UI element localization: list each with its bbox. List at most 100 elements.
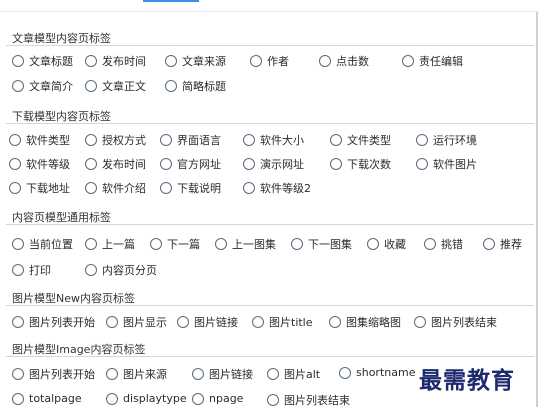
radio-icon	[177, 316, 189, 328]
radio-icon	[106, 392, 118, 405]
option-image-list-start-2[interactable]: 图片列表开始	[12, 366, 95, 382]
group-divider	[6, 356, 534, 357]
option-article-source[interactable]: 文章来源	[165, 53, 226, 69]
radio-icon	[12, 316, 24, 328]
option-image-link-2[interactable]: 图片链接	[192, 366, 253, 382]
radio-icon	[192, 368, 204, 380]
radio-icon	[106, 316, 118, 328]
radio-icon	[85, 238, 97, 250]
option-npage[interactable]: npage	[192, 392, 243, 405]
option-next-gallery[interactable]: 下一图集	[291, 236, 352, 252]
option-file-type[interactable]: 文件类型	[330, 132, 391, 148]
radio-icon	[483, 238, 495, 250]
option-software-rating-2[interactable]: 软件等级2	[243, 180, 311, 196]
group-title-image-new: 图片模型New内容页标签	[12, 292, 135, 305]
radio-icon	[291, 238, 303, 250]
option-prev-article[interactable]: 上一篇	[85, 236, 135, 252]
radio-icon	[160, 182, 172, 194]
option-next-article[interactable]: 下一篇	[150, 236, 200, 252]
radio-icon	[416, 158, 428, 170]
radio-icon	[330, 134, 342, 146]
radio-icon	[267, 368, 279, 380]
radio-icon	[243, 134, 255, 146]
radio-icon	[165, 55, 177, 67]
option-report-error[interactable]: 挑错	[424, 236, 463, 252]
option-image-list-start[interactable]: 图片列表开始	[12, 314, 95, 330]
radio-icon	[85, 134, 97, 146]
option-short-title[interactable]: 简略标题	[165, 78, 226, 94]
option-current-position[interactable]: 当前位置	[12, 236, 73, 252]
option-demo-site[interactable]: 演示网址	[243, 156, 304, 172]
option-shortname[interactable]: shortname	[339, 366, 415, 379]
option-publish-time[interactable]: 发布时间	[85, 53, 146, 69]
option-editor[interactable]: 责任编辑	[402, 53, 463, 69]
radio-icon	[12, 80, 24, 92]
option-runtime-env[interactable]: 运行环境	[416, 132, 477, 148]
group-title-common: 内容页模型通用标签	[12, 211, 111, 224]
option-software-image[interactable]: 软件图片	[416, 156, 477, 172]
radio-icon	[243, 158, 255, 170]
option-click-count[interactable]: 点击数	[319, 53, 369, 69]
radio-icon	[85, 182, 97, 194]
option-article-summary[interactable]: 文章简介	[12, 78, 73, 94]
option-totalpage[interactable]: totalpage	[12, 392, 82, 405]
option-prev-gallery[interactable]: 上一图集	[215, 236, 276, 252]
option-gallery-thumbnail[interactable]: 图集缩略图	[329, 314, 401, 330]
watermark-logo: 最需教育	[419, 367, 515, 394]
option-image-list-end-2[interactable]: 图片列表结束	[267, 392, 350, 408]
option-favorite[interactable]: 收藏	[367, 236, 406, 252]
radio-icon	[160, 134, 172, 146]
option-download-notes[interactable]: 下载说明	[160, 180, 221, 196]
option-image-title[interactable]: 图片title	[252, 314, 313, 330]
option-recommend[interactable]: 推荐	[483, 236, 522, 252]
option-image-list-end[interactable]: 图片列表结束	[414, 314, 497, 330]
option-print[interactable]: 打印	[12, 262, 51, 278]
option-software-intro[interactable]: 软件介绍	[85, 180, 146, 196]
radio-icon	[243, 182, 255, 194]
radio-icon	[12, 392, 24, 405]
radio-icon	[414, 316, 426, 328]
option-ui-language[interactable]: 界面语言	[160, 132, 221, 148]
option-displaytype[interactable]: displaytype	[106, 392, 187, 405]
radio-icon	[192, 392, 204, 405]
option-publish-time-2[interactable]: 发布时间	[85, 156, 146, 172]
radio-icon	[250, 55, 262, 67]
radio-icon	[106, 368, 118, 380]
radio-icon	[12, 238, 24, 250]
radio-icon	[85, 80, 97, 92]
radio-icon	[367, 238, 379, 250]
option-image-alt[interactable]: 图片alt	[267, 366, 320, 382]
radio-icon	[9, 158, 21, 170]
option-software-rating[interactable]: 软件等级	[9, 156, 70, 172]
radio-icon	[424, 238, 436, 250]
radio-icon	[85, 264, 97, 276]
option-official-site[interactable]: 官方网址	[160, 156, 221, 172]
group-title-article: 文章模型内容页标签	[12, 32, 111, 45]
radio-icon	[9, 182, 21, 194]
option-license-type[interactable]: 授权方式	[85, 132, 146, 148]
radio-icon	[267, 394, 279, 406]
option-image-link[interactable]: 图片链接	[177, 314, 238, 330]
radio-icon	[165, 80, 177, 92]
group-title-download: 下载模型内容页标签	[12, 110, 111, 123]
option-software-size[interactable]: 软件大小	[243, 132, 304, 148]
radio-icon	[416, 134, 428, 146]
active-tab-indicator[interactable]	[143, 0, 199, 2]
option-image-display[interactable]: 图片显示	[106, 314, 167, 330]
radio-icon	[12, 368, 24, 380]
option-content-paging[interactable]: 内容页分页	[85, 262, 157, 278]
option-image-source[interactable]: 图片来源	[106, 366, 167, 382]
option-download-count[interactable]: 下载次数	[330, 156, 391, 172]
radio-icon	[12, 55, 24, 67]
option-article-title[interactable]: 文章标题	[12, 53, 73, 69]
option-download-url[interactable]: 下载地址	[9, 180, 70, 196]
radio-icon	[85, 55, 97, 67]
option-author[interactable]: 作者	[250, 53, 289, 69]
option-software-type[interactable]: 软件类型	[9, 132, 70, 148]
radio-icon	[150, 238, 162, 250]
group-divider	[6, 305, 534, 306]
radio-icon	[85, 158, 97, 170]
group-title-image-image: 图片模型Image内容页标签	[12, 343, 146, 356]
radio-icon	[12, 264, 24, 276]
option-article-body[interactable]: 文章正文	[85, 78, 146, 94]
